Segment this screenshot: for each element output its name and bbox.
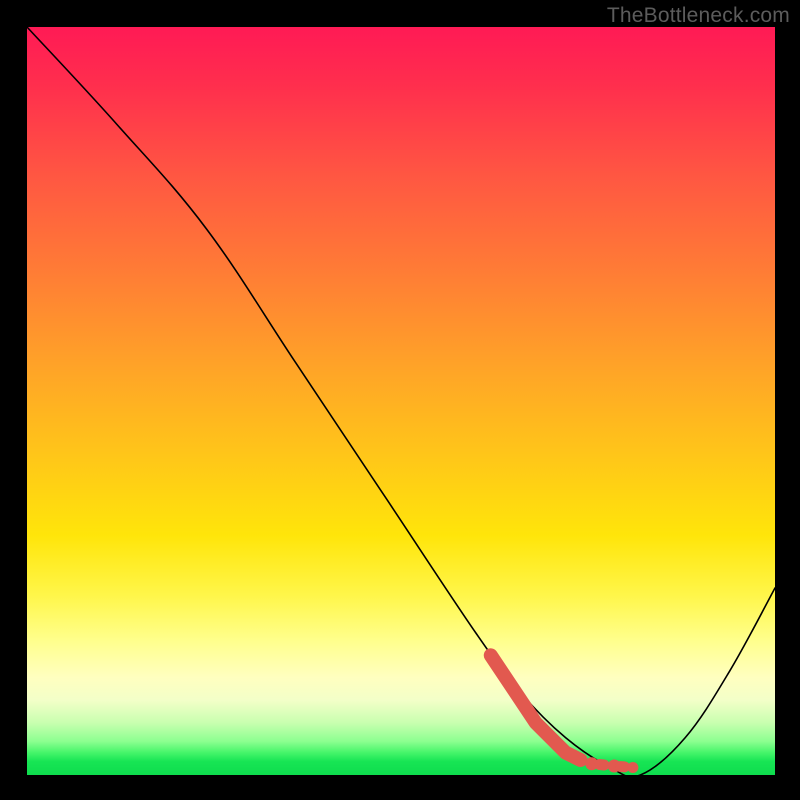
plot-area (27, 27, 775, 775)
chart-frame: TheBottleneck.com (0, 0, 800, 800)
watermark-text: TheBottleneck.com (607, 4, 790, 28)
optimal-range-marker (491, 655, 581, 760)
bottleneck-curve (27, 27, 775, 777)
optimal-range-dots (585, 757, 638, 773)
chart-svg (27, 27, 775, 775)
optimal-range-dot (627, 762, 638, 773)
